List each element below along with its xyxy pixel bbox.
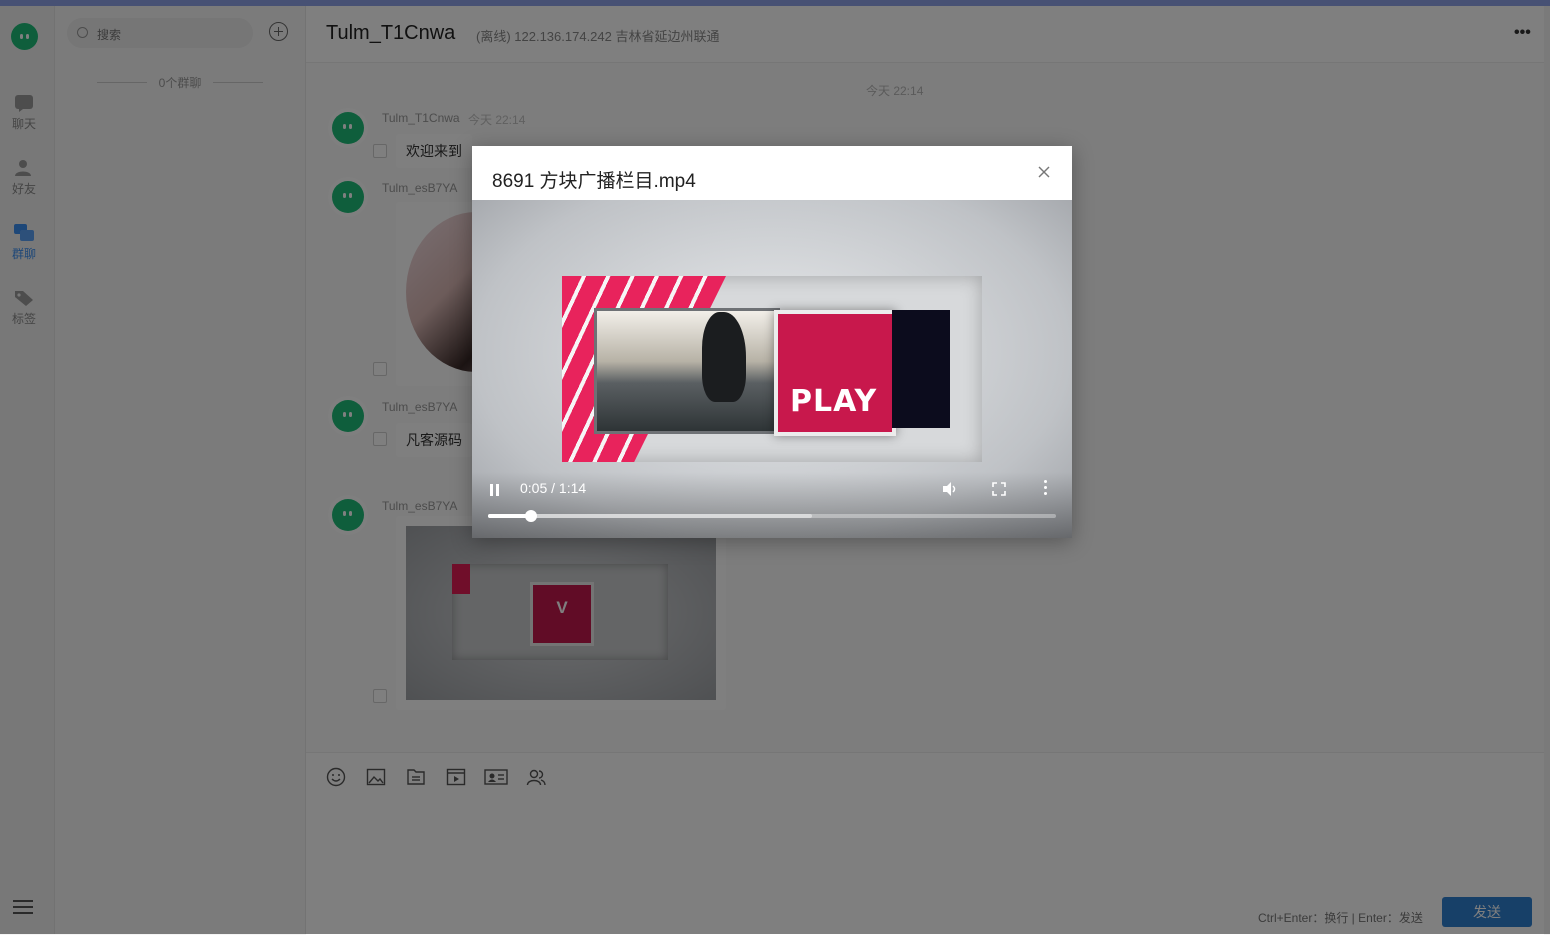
video-surf-scene bbox=[594, 308, 780, 434]
video-progress-bar[interactable] bbox=[488, 510, 1056, 522]
pause-icon[interactable] bbox=[490, 484, 500, 496]
video-controls: 0:05 / 1:14 bbox=[472, 472, 1072, 538]
more-vertical-icon[interactable] bbox=[1044, 480, 1048, 496]
volume-icon[interactable] bbox=[942, 481, 958, 497]
video-preview-modal: 8691 方块广播栏目.mp4 PLAY 0:05 / 1:14 bbox=[472, 146, 1072, 538]
modal-title: 8691 方块广播栏目.mp4 bbox=[492, 171, 696, 192]
progress-knob[interactable] bbox=[525, 510, 538, 522]
video-play-label: PLAY bbox=[790, 384, 878, 419]
fullscreen-icon[interactable] bbox=[992, 482, 1006, 496]
video-dark-panel bbox=[892, 310, 950, 428]
video-surfer-figure bbox=[702, 312, 746, 402]
video-player[interactable]: PLAY 0:05 / 1:14 bbox=[472, 200, 1072, 538]
close-icon[interactable] bbox=[1036, 164, 1052, 180]
video-time-display: 0:05 / 1:14 bbox=[520, 480, 587, 496]
